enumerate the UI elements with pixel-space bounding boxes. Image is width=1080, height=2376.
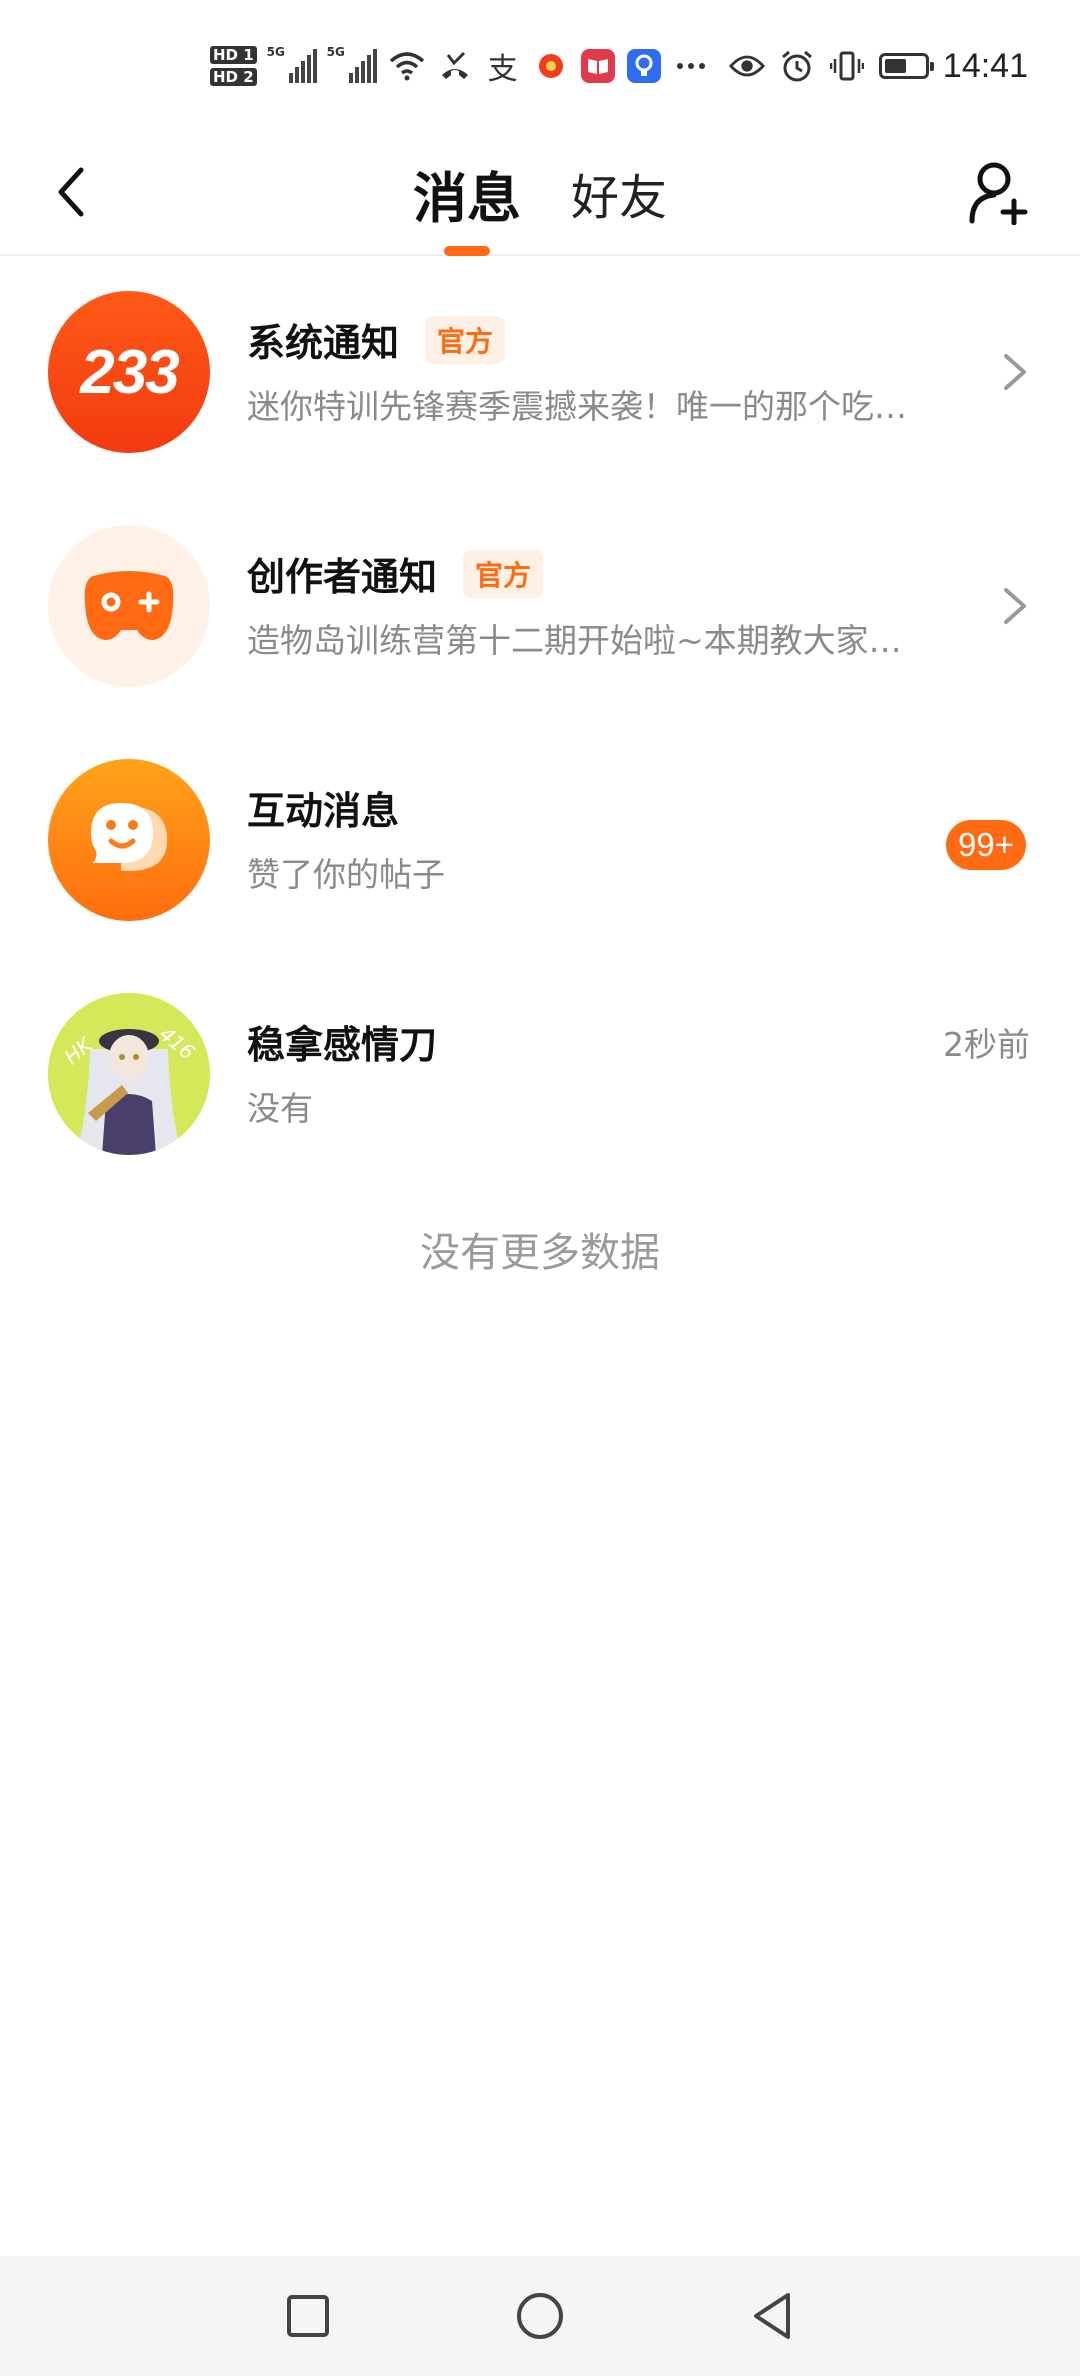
tab-messages[interactable]: 消息 (413, 130, 521, 256)
list-item-creator-notice[interactable]: 创作者通知 官方 造物岛训练营第十二期开始啦~本期教大家… (0, 490, 1080, 724)
anime-character-avatar-image (48, 993, 210, 1155)
system-nav-bar (0, 2256, 1080, 2376)
item-title: 稳拿感情刀 (247, 1023, 438, 1067)
alarm-icon (779, 48, 815, 84)
circle-icon (517, 2293, 563, 2339)
brand-233-logo: 233 (80, 337, 179, 407)
item-title: 互动消息 (247, 789, 400, 833)
no-more-data-text: 没有更多数据 (420, 1230, 660, 1276)
shopping-app-icon (533, 48, 569, 84)
wifi-icon (389, 48, 425, 84)
system-notice-avatar: 233 (48, 291, 210, 453)
tab-friends-label: 好友 (570, 170, 667, 226)
battery-icon (878, 53, 934, 79)
list-item-system-notice[interactable]: 233 系统通知 官方 迷你特训先锋赛季震撼来袭！唯一的那个吃… (0, 256, 1080, 490)
item-title: 系统通知 (247, 321, 400, 365)
top-bar: 消息 好友 (0, 130, 1080, 256)
signal-2-icon: 5G (327, 45, 377, 83)
missed-call-icon (437, 48, 473, 84)
gamepad-icon (84, 571, 174, 640)
battery-level (884, 59, 906, 73)
chevron-right-icon (1004, 588, 1026, 624)
chat-bubble-icon (91, 803, 168, 871)
item-preview: 迷你特训先锋赛季震撼来袭！唯一的那个吃… (247, 387, 907, 426)
eye-comfort-icon (728, 48, 765, 84)
add-user-icon (969, 162, 1028, 225)
hd2-indicator: HD 2 (210, 68, 257, 86)
add-friend-button[interactable] (960, 152, 1040, 232)
signal-1-icon: 5G (267, 45, 317, 83)
official-badge: 官方 (425, 315, 506, 364)
status-bar: HD 1 HD 2 5G 5G 支 14:41 (0, 0, 1080, 130)
hd1-indicator: HD 1 (210, 46, 257, 64)
tab-friends[interactable]: 好友 (571, 130, 667, 256)
bulb-app-icon (626, 49, 661, 83)
creator-notice-avatar (48, 525, 210, 687)
item-title: 创作者通知 (247, 555, 438, 599)
active-tab-indicator (443, 246, 490, 256)
home-button[interactable] (424, 2266, 656, 2366)
message-timestamp: 2秒前 (943, 1025, 1030, 1064)
message-list: 233 系统通知 官方 迷你特训先锋赛季震撼来袭！唯一的那个吃… 创作者通知 官… (0, 256, 1080, 1192)
status-right: 14:41 (728, 38, 1028, 94)
status-time: 14:41 (942, 46, 1028, 85)
alipay-icon: 支 (487, 52, 518, 87)
unread-count-badge: 99+ (946, 820, 1026, 870)
chevron-right-icon (1004, 354, 1026, 390)
item-preview: 没有 (247, 1089, 313, 1128)
hd-indicators: HD 1 HD 2 (210, 46, 257, 86)
vibrate-icon (829, 48, 865, 84)
book-app-icon (580, 49, 615, 83)
list-item-chat-user[interactable]: HK 416 稳拿感情刀 没有 2秒前 (0, 958, 1080, 1192)
tab-bar: 消息 好友 (0, 130, 1080, 256)
interaction-avatar (48, 759, 210, 921)
item-preview: 赞了你的帖子 (247, 855, 445, 894)
recent-apps-button[interactable] (192, 2266, 424, 2366)
user-avatar: HK 416 (48, 993, 210, 1155)
square-icon (287, 2295, 329, 2337)
more-notifications-icon (673, 48, 709, 84)
item-preview: 造物岛训练营第十二期开始啦~本期教大家… (247, 621, 902, 660)
triangle-back-icon (754, 2293, 790, 2339)
status-left: HD 1 HD 2 5G 5G 支 (210, 38, 709, 94)
official-badge: 官方 (463, 549, 544, 598)
back-nav-button[interactable] (656, 2266, 888, 2366)
list-item-interaction[interactable]: 互动消息 赞了你的帖子 99+ (0, 724, 1080, 958)
tab-messages-label: 消息 (412, 166, 521, 230)
